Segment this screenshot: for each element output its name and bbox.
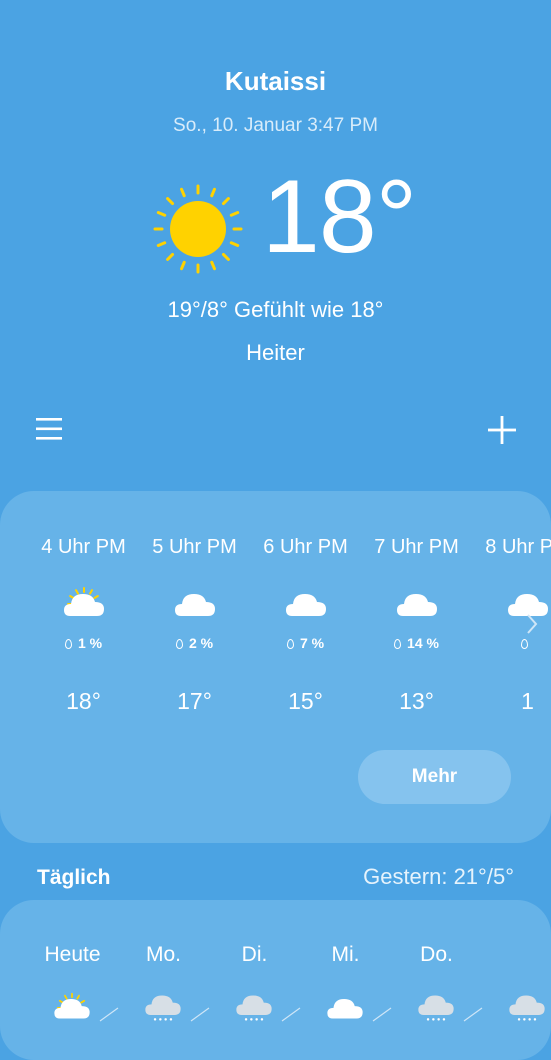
hourly-item: 5 Uhr PM 2 % 17°: [139, 491, 250, 751]
daily-title: Täglich: [37, 866, 111, 889]
precipitation-value: 7 %: [299, 635, 325, 651]
divider-slash-icon: [190, 1007, 210, 1022]
hour-temperature: 15°: [288, 688, 323, 714]
hour-temperature: 1: [521, 688, 534, 714]
day-icon-wrap: [52, 992, 92, 1022]
rain-cloud-icon: [236, 995, 272, 1021]
hour-icon-wrap: [61, 586, 107, 620]
daily-item: Heute: [27, 900, 119, 1040]
hour-time: 4 Uhr PM: [41, 536, 126, 558]
rain-cloud-icon: [145, 995, 181, 1021]
divider-slash-icon: [281, 1007, 301, 1022]
chevron-right-icon[interactable]: [525, 613, 539, 635]
hourly-item: 7 Uhr PM 14 % 13°: [361, 491, 472, 751]
hamburger-menu-icon[interactable]: [36, 416, 62, 442]
min-max-feels-like: 19°/8° Gefühlt wie 18°: [167, 297, 384, 322]
hour-time: 8 Uhr PM: [485, 536, 551, 558]
hour-time: 7 Uhr PM: [374, 536, 459, 558]
precipitation: [472, 635, 551, 651]
day-icon-wrap: [416, 992, 456, 1022]
drop-icon: [175, 639, 183, 649]
hourly-item: 6 Uhr PM 7 % 15°: [250, 491, 361, 751]
day-label: Mo.: [145, 943, 181, 966]
more-button[interactable]: Mehr: [358, 750, 511, 804]
drop-icon: [64, 639, 72, 649]
hourly-item: 4 Uhr PM 1 % 18°: [28, 491, 139, 751]
daily-forecast-card[interactable]: Heute Mo. Di. Mi. Do.: [0, 900, 551, 1060]
hour-temperature: 18°: [66, 688, 101, 714]
day-icon-wrap: [143, 992, 183, 1022]
hour-icon-wrap: [283, 586, 329, 620]
drop-icon: [521, 639, 528, 649]
precipitation: 7 %: [250, 635, 361, 651]
cloud-icon: [397, 594, 437, 616]
precipitation: 1 %: [28, 635, 139, 651]
day-icon-wrap: [234, 992, 274, 1022]
precipitation-value: 1 %: [77, 635, 103, 651]
day-label: Heute: [44, 943, 101, 966]
drop-icon: [394, 639, 402, 649]
plus-icon[interactable]: [486, 414, 518, 446]
hour-temperature: 17°: [177, 688, 212, 714]
drop-icon: [286, 639, 294, 649]
weather-condition: Heiter: [246, 340, 305, 365]
rain-cloud-icon: [509, 995, 545, 1021]
current-temperature: 18°: [262, 159, 417, 275]
day-label: Do.: [420, 943, 453, 966]
divider-slash-icon: [463, 1007, 483, 1022]
date-time: So., 10. Januar 3:47 PM: [173, 115, 378, 136]
hour-temperature: 13°: [399, 688, 434, 714]
precipitation-value: 2 %: [188, 635, 214, 651]
cloud-icon: [286, 594, 326, 616]
divider-slash-icon: [99, 1007, 119, 1022]
hourly-forecast-card[interactable]: 4 Uhr PM 1 % 18° 5 Uhr PM 2 % 17° 6 Uhr PM 7 % 1…: [0, 491, 551, 843]
divider-slash-icon: [372, 1007, 392, 1022]
hour-time: 6 Uhr PM: [263, 536, 348, 558]
cloud-icon: [327, 999, 363, 1019]
hour-icon-wrap: [172, 586, 218, 620]
daily-item: [482, 900, 551, 1040]
partly-sunny-icon: [54, 992, 90, 1019]
day-label: Di.: [241, 943, 268, 966]
daily-item: Do.: [391, 900, 483, 1040]
city-name: Kutaissi: [224, 66, 327, 96]
yesterday-temperature: Gestern: 21°/5°: [363, 864, 514, 889]
daily-item: Mi.: [300, 900, 392, 1040]
hour-icon-wrap: [394, 586, 440, 620]
hourly-item: 8 Uhr PM 1: [472, 491, 551, 751]
precipitation-value: 14 %: [407, 635, 439, 651]
day-label: Mi.: [331, 943, 360, 966]
day-icon-wrap: [507, 992, 547, 1022]
hour-time: 5 Uhr PM: [152, 536, 237, 558]
rain-cloud-icon: [418, 995, 454, 1021]
partly-sunny-icon: [64, 587, 104, 616]
daily-item: Di.: [209, 900, 301, 1040]
precipitation: 14 %: [361, 635, 472, 651]
daily-item: Mo.: [118, 900, 210, 1040]
cloud-icon: [175, 594, 215, 616]
sun-icon: [153, 184, 243, 274]
day-icon-wrap: [325, 992, 365, 1022]
precipitation: 2 %: [139, 635, 250, 651]
